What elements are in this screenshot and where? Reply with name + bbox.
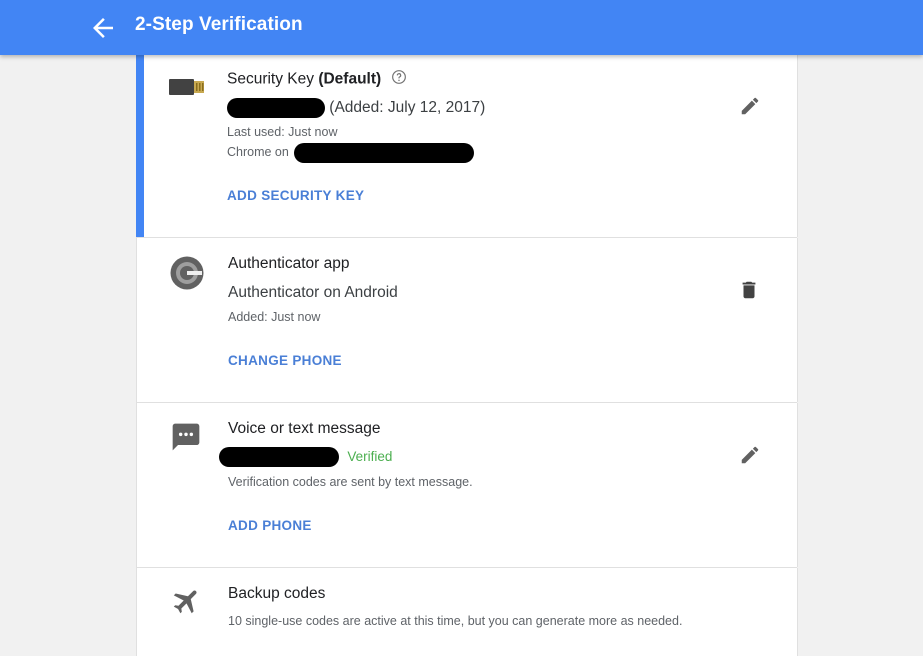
verified-status: Verified — [347, 449, 393, 465]
top-app-bar: 2-Step Verification — [0, 0, 923, 55]
edit-pencil-icon — [741, 446, 759, 464]
voice-text-description: Verification codes are sent by text mess… — [228, 475, 473, 489]
chrome-on-label: Chrome on — [227, 145, 289, 159]
authenticator-device: Authenticator on Android — [228, 284, 398, 301]
backup-codes-card: Backup codes 10 single-use codes are act… — [136, 568, 798, 656]
authenticator-added: Added: Just now — [228, 310, 321, 324]
security-key-browser: Chrome on — [227, 142, 475, 163]
security-key-added-date: (Added: July 12, 2017) — [325, 99, 486, 117]
help-icon[interactable] — [391, 69, 407, 90]
voice-text-phone-line: Verified — [219, 447, 392, 467]
security-key-icon — [169, 77, 205, 102]
airplane-icon — [171, 585, 203, 622]
delete-authenticator-button[interactable] — [738, 279, 760, 306]
security-key-name-line: (Added: July 12, 2017) — [227, 98, 485, 118]
edit-phone-button[interactable] — [739, 444, 761, 471]
change-phone-button[interactable]: CHANGE PHONE — [228, 353, 342, 368]
authenticator-card: Authenticator app Authenticator on Andro… — [136, 238, 798, 402]
default-label: (Default) — [318, 70, 382, 88]
add-phone-button[interactable]: ADD PHONE — [228, 518, 312, 533]
security-key-title: Security Key (Default) — [227, 69, 407, 90]
security-key-card: Security Key (Default) (Added: July 12, … — [136, 55, 798, 237]
security-key-title-text: Security Key — [227, 70, 319, 88]
voice-text-card: Voice or text message Verified Verificat… — [136, 403, 798, 567]
security-key-last-used: Last used: Just now — [227, 125, 338, 139]
redacted-key-name — [227, 98, 325, 118]
voice-text-title: Voice or text message — [228, 420, 381, 437]
add-security-key-button[interactable]: ADD SECURITY KEY — [227, 188, 364, 203]
back-button[interactable] — [88, 13, 118, 43]
edit-security-key-button[interactable] — [739, 95, 761, 122]
authenticator-icon — [170, 256, 204, 295]
authenticator-title: Authenticator app — [228, 255, 350, 272]
backup-codes-title: Backup codes — [228, 585, 326, 602]
redacted-phone-number — [219, 447, 339, 467]
backup-codes-description: 10 single-use codes are active at this t… — [228, 614, 683, 628]
message-icon — [170, 421, 202, 458]
page-title: 2-Step Verification — [135, 14, 303, 35]
arrow-left-icon — [93, 18, 113, 38]
redacted-browser-platform — [294, 142, 475, 163]
edit-pencil-icon — [741, 97, 759, 115]
trash-icon — [742, 281, 756, 299]
